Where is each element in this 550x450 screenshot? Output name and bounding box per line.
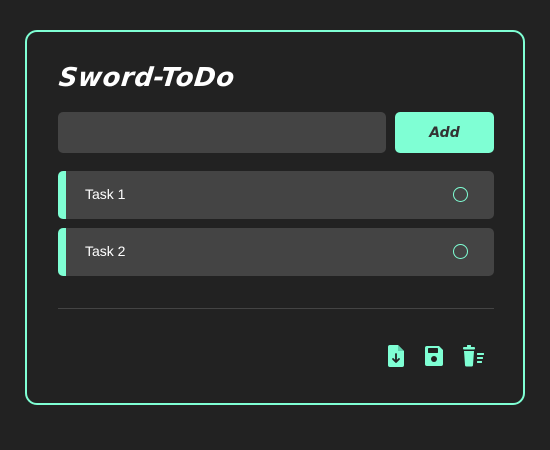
delete-all-icon[interactable] [462, 345, 484, 367]
task-complete-toggle[interactable] [453, 187, 468, 202]
task-label: Task 1 [85, 186, 126, 202]
task-item: Task 1 [58, 171, 494, 219]
file-download-icon[interactable] [387, 345, 407, 367]
task-item: Task 2 [58, 228, 494, 276]
app-title: Sword-ToDo [57, 63, 237, 93]
task-label: Task 2 [85, 243, 126, 259]
save-icon[interactable] [424, 345, 444, 367]
task-complete-toggle[interactable] [453, 244, 468, 259]
todo-card: Sword-ToDo Add Task 1 Task 2 [25, 30, 525, 405]
divider [58, 308, 494, 309]
new-task-input[interactable] [58, 112, 386, 153]
add-button[interactable]: Add [395, 112, 494, 153]
